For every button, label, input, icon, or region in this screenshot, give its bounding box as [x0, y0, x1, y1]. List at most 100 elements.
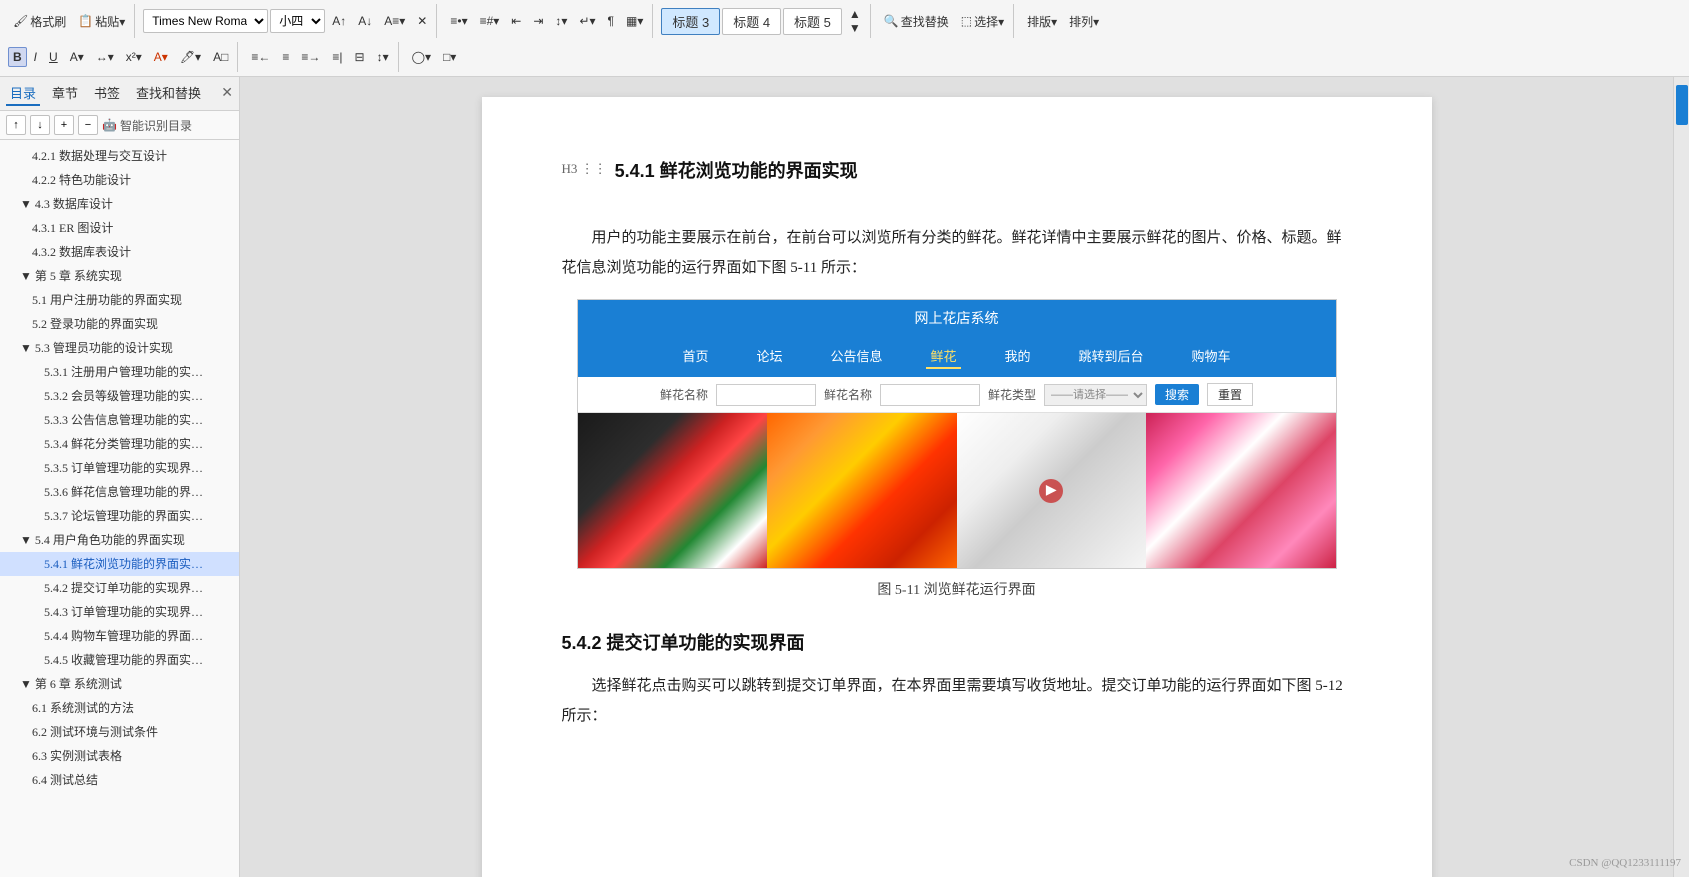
toc-item-422[interactable]: 4.2.2 特色功能设计 — [0, 168, 239, 192]
toc-item-531[interactable]: 5.3.1 注册用户管理功能的实… — [0, 360, 239, 384]
toc-item-432[interactable]: 4.3.2 数据库表设计 — [0, 240, 239, 264]
document-page: H3 ⋮⋮ 5.4.1 鲜花浏览功能的界面实现 用户的功能主要展示在前台，在前台… — [482, 97, 1432, 877]
toc-item-535[interactable]: 5.3.5 订单管理功能的实现界… — [0, 456, 239, 480]
chapter-tab[interactable]: 章节 — [48, 81, 82, 106]
ws-nav-cart[interactable]: 购物车 — [1188, 344, 1235, 369]
ws-nav-flower[interactable]: 鲜花 — [926, 344, 960, 369]
toc-up-button[interactable]: ↑ — [6, 115, 26, 135]
ws-flower-price-input[interactable] — [880, 384, 980, 406]
underline-button[interactable]: U — [44, 47, 63, 67]
ws-nav-announcement[interactable]: 公告信息 — [826, 344, 886, 369]
toc-item-421[interactable]: 4.2.1 数据处理与交互设计 — [0, 144, 239, 168]
ws-flower-card-4[interactable] — [1146, 413, 1336, 568]
heading3-button[interactable]: 标题 3 — [661, 8, 720, 35]
increase-font-button[interactable]: A↑ — [327, 11, 351, 31]
auto-detect-label[interactable]: 🤖 智能识别目录 — [102, 117, 192, 134]
ws-nav-forum[interactable]: 论坛 — [752, 344, 786, 369]
font-spacing-button[interactable]: ↔▾ — [91, 47, 119, 67]
toc-item-544-label: 5.4.4 购物车管理功能的界面… — [44, 629, 203, 643]
font-color2-button[interactable]: A▾ — [149, 47, 173, 67]
find-tab[interactable]: 查找和替换 — [132, 81, 205, 106]
ws-nav-backend[interactable]: 跳转到后台 — [1075, 344, 1148, 369]
toc-item-52[interactable]: 5.2 登录功能的界面实现 — [0, 312, 239, 336]
toc-item-431[interactable]: 4.3.1 ER 图设计 — [0, 216, 239, 240]
font-size-select[interactable]: 小四 — [270, 9, 325, 33]
align-left-button[interactable]: ≡← — [246, 47, 275, 67]
toc-remove-button[interactable]: − — [78, 115, 98, 135]
ws-flower-card-1[interactable] — [578, 413, 768, 568]
toc-tab[interactable]: 目录 — [6, 81, 40, 106]
toc-item-532[interactable]: 5.3.2 会员等级管理功能的实… — [0, 384, 239, 408]
italic-button[interactable]: I — [29, 47, 42, 67]
ws-flower-type-select[interactable]: ——请选择—— — [1044, 384, 1147, 406]
border-button[interactable]: □▾ — [438, 47, 461, 67]
toc-item-541[interactable]: 5.4.1 鲜花浏览功能的界面实… — [0, 552, 239, 576]
sort-button[interactable]: 排列▾ — [1064, 10, 1104, 33]
clear-format-button[interactable]: ✕ — [412, 11, 432, 31]
font-family-select[interactable]: Times New Roma — [143, 9, 268, 33]
shape-button[interactable]: ◯▾ — [407, 47, 436, 67]
align-center-button[interactable]: ≡ — [277, 47, 294, 67]
highlight-button[interactable]: 🖊▾ — [175, 47, 206, 67]
toc-item-543[interactable]: 5.4.3 订单管理功能的实现界… — [0, 600, 239, 624]
ws-nav-mine[interactable]: 我的 — [1001, 344, 1035, 369]
toc-item-62[interactable]: 6.2 测试环境与测试条件 — [0, 720, 239, 744]
toc-item-ch5[interactable]: ▼ 第 5 章 系统实现 — [0, 264, 239, 288]
toc-item-542[interactable]: 5.4.2 提交订单功能的实现界… — [0, 576, 239, 600]
heading-expand-button[interactable]: ▲▼ — [844, 4, 866, 38]
table-button[interactable]: ▦▾ — [621, 11, 648, 31]
toc-item-544[interactable]: 5.4.4 购物车管理功能的界面… — [0, 624, 239, 648]
toc-item-545[interactable]: 5.4.5 收藏管理功能的界面实… — [0, 648, 239, 672]
right-collapse-button[interactable] — [1676, 85, 1688, 125]
ws-flower-name-input[interactable] — [716, 384, 816, 406]
show-format-button[interactable]: ¶ — [603, 11, 619, 31]
toc-item-63[interactable]: 6.3 实例测试表格 — [0, 744, 239, 768]
ordered-list-button[interactable]: ≡#▾ — [475, 11, 505, 31]
ws-search-button[interactable]: 搜索 — [1155, 384, 1199, 405]
layout-button[interactable]: 排版▾ — [1022, 10, 1062, 33]
heading5-button[interactable]: 标题 5 — [783, 8, 842, 35]
indent-decrease-button[interactable]: ⇤ — [506, 11, 526, 31]
sidebar-close-button[interactable]: ✕ — [221, 85, 233, 102]
line-spacing-button[interactable]: ↕▾ — [372, 47, 394, 67]
column-button[interactable]: ⊟ — [350, 47, 370, 67]
find-replace-button[interactable]: 🔍 查找替换 — [879, 10, 954, 33]
ws-flower-card-2[interactable] — [767, 413, 957, 568]
toc-item-61[interactable]: 6.1 系统测试的方法 — [0, 696, 239, 720]
align-justify-button[interactable]: ≡| — [327, 47, 347, 67]
unordered-list-button[interactable]: ≡•▾ — [445, 11, 472, 31]
indent-increase-button[interactable]: ⇥ — [528, 11, 548, 31]
toc-item-ch6[interactable]: ▼ 第 6 章 系统测试 — [0, 672, 239, 696]
toc-item-64[interactable]: 6.4 测试总结 — [0, 768, 239, 792]
bookmark-tab[interactable]: 书签 — [90, 81, 124, 106]
toc-item-421-label: 4.2.1 数据处理与交互设计 — [32, 149, 167, 163]
toc-add-button[interactable]: + — [54, 115, 74, 135]
font-settings-button[interactable]: A≡▾ — [379, 11, 410, 31]
line-break-button[interactable]: ↵▾ — [574, 11, 600, 31]
auto-detect-text: 智能识别目录 — [120, 117, 192, 134]
select-button[interactable]: ⬚ 选择▾ — [956, 10, 1009, 33]
decrease-font-button[interactable]: A↓ — [353, 11, 377, 31]
toc-item-536[interactable]: 5.3.6 鲜花信息管理功能的界… — [0, 480, 239, 504]
format-brush-button[interactable]: 🖌 格式刷 — [8, 10, 71, 33]
toc-item-537[interactable]: 5.3.7 论坛管理功能的界面实… — [0, 504, 239, 528]
toc-item-51[interactable]: 5.1 用户注册功能的界面实现 — [0, 288, 239, 312]
toc-down-button[interactable]: ↓ — [30, 115, 50, 135]
ws-reset-button[interactable]: 重置 — [1207, 383, 1253, 406]
toc-item-534[interactable]: 5.3.4 鲜花分类管理功能的实… — [0, 432, 239, 456]
bold-button[interactable]: B — [8, 47, 27, 67]
toc-item-54[interactable]: ▼ 5.4 用户角色功能的界面实现 — [0, 528, 239, 552]
toc-item-53[interactable]: ▼ 5.3 管理员功能的设计实现 — [0, 336, 239, 360]
align-right-button[interactable]: ≡→ — [296, 47, 325, 67]
ws-nav-home[interactable]: 首页 — [678, 344, 712, 369]
superscript-button[interactable]: x²▾ — [121, 47, 147, 67]
toc-item-64-label: 6.4 测试总结 — [32, 773, 98, 787]
toc-item-533[interactable]: 5.3.3 公告信息管理功能的实… — [0, 408, 239, 432]
sort-list-button[interactable]: ↕▾ — [550, 11, 572, 31]
paste-button[interactable]: 📋 粘贴▾ — [73, 10, 130, 33]
text-box-button[interactable]: A□ — [208, 47, 233, 67]
text-color-button[interactable]: A▾ — [65, 47, 89, 67]
heading4-button[interactable]: 标题 4 — [722, 8, 781, 35]
ws-flower-card-3[interactable]: ▶ — [957, 413, 1147, 568]
toc-item-43[interactable]: ▼ 4.3 数据库设计 — [0, 192, 239, 216]
